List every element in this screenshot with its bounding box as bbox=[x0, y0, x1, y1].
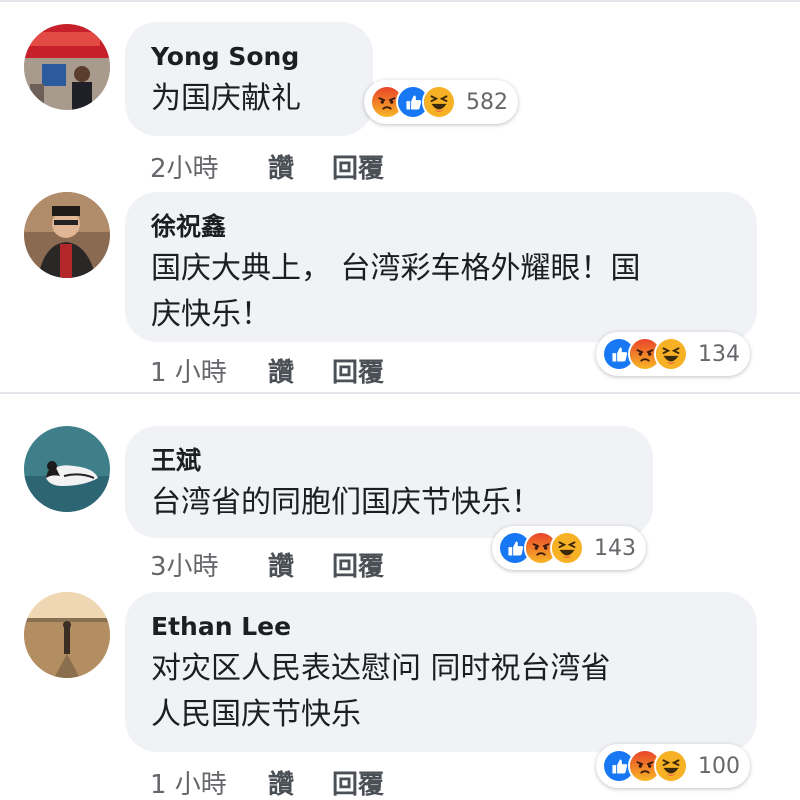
avatar[interactable] bbox=[24, 426, 110, 512]
reply-link[interactable]: 回覆 bbox=[332, 352, 384, 389]
haha-icon bbox=[550, 531, 584, 565]
comment-text-line-1: 国庆大典上， 台湾彩车格外耀眼！国 bbox=[151, 251, 641, 286]
comment-text-line-1: 对灾区人民表达慰问 同时祝台湾省 bbox=[151, 651, 611, 686]
like-link[interactable]: 讚 bbox=[268, 148, 332, 185]
reaction-count: 100 bbox=[698, 753, 740, 779]
avatar[interactable] bbox=[24, 24, 110, 110]
haha-icon bbox=[422, 85, 456, 119]
comment-timestamp[interactable]: 3小時 bbox=[150, 546, 268, 583]
comment-bubble: 徐祝鑫 国庆大典上， 台湾彩车格外耀眼！国 庆快乐！ bbox=[125, 192, 757, 342]
reply-link[interactable]: 回覆 bbox=[332, 148, 384, 185]
comment-text: 台湾省的同胞们国庆节快乐！ bbox=[151, 485, 541, 520]
comment-author[interactable]: Yong Song bbox=[151, 42, 347, 72]
haha-icon bbox=[654, 337, 688, 371]
reaction-summary[interactable]: 143 bbox=[492, 526, 646, 570]
reaction-summary[interactable]: 100 bbox=[596, 744, 750, 788]
avatar[interactable] bbox=[24, 192, 110, 278]
comment-actions: 1 小時 讚 回覆 bbox=[150, 352, 384, 389]
comment-actions: 1 小時 讚 回覆 bbox=[150, 764, 384, 800]
reply-link[interactable]: 回覆 bbox=[332, 546, 384, 583]
avatar[interactable] bbox=[24, 592, 110, 678]
comment-timestamp[interactable]: 1 小時 bbox=[150, 352, 268, 389]
comment-author[interactable]: 徐祝鑫 bbox=[151, 212, 731, 242]
comment-actions: 3小時 讚 回覆 bbox=[150, 546, 384, 583]
reaction-summary[interactable]: 582 bbox=[364, 80, 518, 124]
reaction-summary[interactable]: 134 bbox=[596, 332, 750, 376]
reaction-count: 134 bbox=[698, 341, 740, 367]
like-link[interactable]: 讚 bbox=[268, 352, 332, 389]
comment-bubble: Ethan Lee 对灾区人民表达慰问 同时祝台湾省 人民国庆节快乐 bbox=[125, 592, 757, 752]
top-rule bbox=[0, 0, 800, 2]
like-link[interactable]: 讚 bbox=[268, 764, 332, 800]
comment-actions: 2小時 讚 回覆 bbox=[150, 148, 384, 185]
like-link[interactable]: 讚 bbox=[268, 546, 332, 583]
comment-author[interactable]: 王斌 bbox=[151, 446, 627, 476]
thread-divider bbox=[0, 392, 800, 394]
comment-text-line-2: 人民国庆节快乐 bbox=[151, 697, 361, 732]
comment-text: 为国庆献礼 bbox=[151, 81, 301, 116]
reply-link[interactable]: 回覆 bbox=[332, 764, 384, 800]
comment-timestamp[interactable]: 2小時 bbox=[150, 148, 268, 185]
comment-bubble: 王斌 台湾省的同胞们国庆节快乐！ bbox=[125, 426, 653, 538]
haha-icon bbox=[654, 749, 688, 783]
reaction-count: 582 bbox=[466, 89, 508, 115]
comment-bubble: Yong Song 为国庆献礼 bbox=[125, 22, 373, 136]
comment-timestamp[interactable]: 1 小時 bbox=[150, 764, 268, 800]
comment-author[interactable]: Ethan Lee bbox=[151, 612, 731, 642]
reaction-count: 143 bbox=[594, 535, 636, 561]
